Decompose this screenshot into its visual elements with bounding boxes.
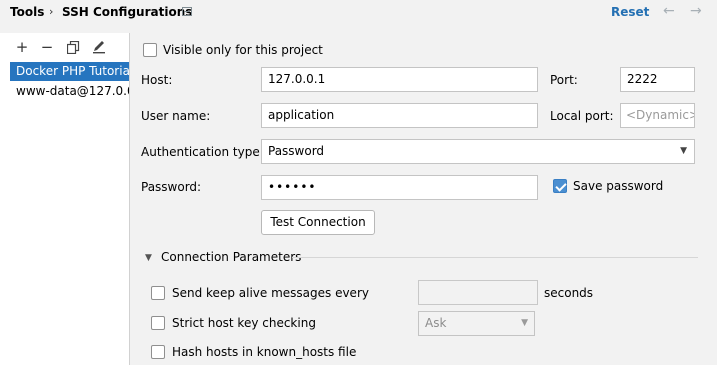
password-label: Password:: [141, 180, 202, 194]
strict-host-value: Ask: [425, 316, 447, 330]
host-label: Host:: [141, 73, 173, 87]
remove-icon[interactable]: −: [39, 39, 55, 55]
save-password-label: Save password: [573, 179, 664, 193]
password-input[interactable]: ••••••: [261, 175, 538, 200]
local-port-input[interactable]: <Dynamic>: [620, 103, 695, 128]
local-port-label: Local port:: [550, 109, 614, 123]
test-connection-button[interactable]: Test Connection: [261, 210, 375, 235]
list-item-www-data[interactable]: www-data@127.0.0.1:: [10, 82, 129, 101]
hash-hosts-label: Hash hosts in known_hosts file: [172, 345, 357, 359]
breadcrumb-tools[interactable]: Tools: [10, 4, 44, 20]
list-item-docker-php-tutorial[interactable]: Docker PHP Tutorial: [10, 62, 129, 81]
keep-alive-label: Send keep alive messages every: [172, 286, 369, 300]
settings-scope-icon: [182, 7, 192, 16]
forward-arrow-icon[interactable]: →: [690, 3, 702, 19]
strict-host-label: Strict host key checking: [172, 316, 316, 330]
auth-type-select[interactable]: Password ▼: [261, 139, 695, 164]
port-label: Port:: [550, 73, 578, 87]
auth-type-label: Authentication type:: [141, 145, 264, 159]
chevron-down-icon: ▼: [680, 146, 687, 156]
chevron-down-icon: ▼: [521, 318, 528, 328]
username-input[interactable]: application: [261, 103, 538, 128]
edit-icon[interactable]: [92, 40, 106, 54]
auth-type-value: Password: [268, 144, 325, 158]
strict-host-checkbox[interactable]: [151, 316, 165, 330]
port-input[interactable]: 2222: [620, 67, 695, 92]
copy-icon[interactable]: [66, 40, 80, 55]
keep-alive-interval-input[interactable]: [418, 280, 538, 305]
back-arrow-icon[interactable]: ←: [663, 3, 675, 19]
visible-only-checkbox[interactable]: [143, 43, 157, 57]
host-input[interactable]: 127.0.0.1: [261, 67, 538, 92]
breadcrumb-chevron-icon: ›: [49, 5, 54, 18]
hash-hosts-checkbox[interactable]: [151, 345, 165, 359]
seconds-label: seconds: [544, 286, 594, 300]
reset-button[interactable]: Reset: [611, 4, 649, 20]
save-password-checkbox[interactable]: [553, 179, 567, 193]
section-divider: [292, 257, 698, 258]
visible-only-label: Visible only for this project: [163, 43, 323, 57]
strict-host-select[interactable]: Ask ▼: [418, 311, 535, 336]
add-icon[interactable]: +: [14, 39, 30, 55]
collapse-triangle-icon[interactable]: ▼: [145, 250, 152, 266]
connection-params-title[interactable]: Connection Parameters: [161, 249, 301, 265]
page-title: SSH Configurations: [62, 5, 193, 19]
username-label: User name:: [141, 109, 211, 123]
keep-alive-checkbox[interactable]: [151, 286, 165, 300]
